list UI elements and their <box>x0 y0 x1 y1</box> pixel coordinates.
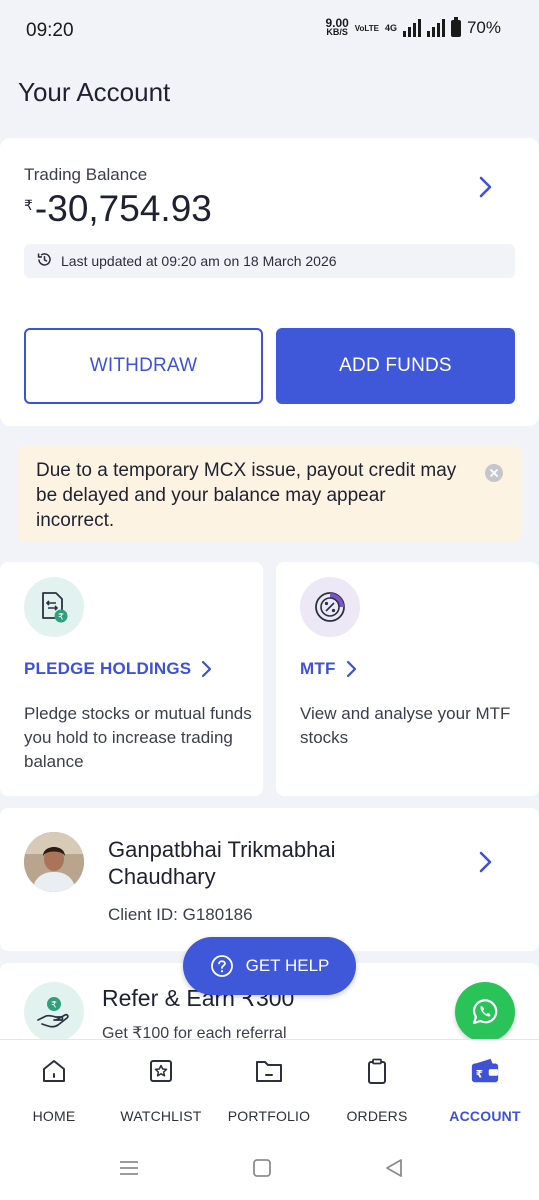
svg-text:₹: ₹ <box>58 613 64 623</box>
nav-home-label: HOME <box>32 1108 76 1124</box>
network-type: 4G <box>384 23 397 33</box>
system-navigation-bar <box>0 1139 539 1200</box>
volte-indicator: VoLTE <box>354 23 379 33</box>
get-help-button[interactable]: GET HELP <box>183 937 356 995</box>
portfolio-icon <box>254 1056 284 1086</box>
status-indicators: 9.00 KB/S VoLTE 4G 70% <box>325 16 501 38</box>
pledge-icon: ₹ <box>24 577 84 637</box>
withdraw-button[interactable]: WITHDRAW <box>24 328 263 404</box>
pledge-holdings-card[interactable]: ₹ PLEDGE HOLDINGS Pledge stocks or mutua… <box>0 562 263 796</box>
watchlist-icon <box>146 1056 176 1086</box>
close-icon[interactable] <box>485 464 503 482</box>
bottom-navigation: HOME WATCHLIST PORTFOLIO ORDERS ₹ ACCOUN… <box>0 1039 539 1139</box>
whatsapp-button[interactable] <box>455 982 515 1042</box>
chevron-right-icon[interactable] <box>473 850 497 874</box>
nav-account[interactable]: ₹ ACCOUNT <box>431 1040 539 1140</box>
mtf-card[interactable]: MTF View and analyse your MTF stocks <box>276 562 539 796</box>
client-id: Client ID: G180186 <box>108 905 253 924</box>
nav-watchlist-label: WATCHLIST <box>120 1108 202 1124</box>
balance-amount: -30,754.93 <box>34 188 212 229</box>
signal-icon <box>402 19 421 37</box>
help-icon <box>210 955 233 977</box>
net-speed: 9.00 KB/S <box>325 16 349 37</box>
pledge-description: Pledge stocks or mutual funds you hold t… <box>24 704 252 771</box>
add-funds-button[interactable]: ADD FUNDS <box>276 328 515 404</box>
last-updated-text: Last updated at 09:20 am on 18 March 202… <box>61 253 337 269</box>
battery-level: 70% <box>466 18 501 37</box>
page-title: Your Account <box>18 77 171 107</box>
get-help-label: GET HELP <box>245 956 330 975</box>
home-icon <box>39 1056 69 1086</box>
mtf-link[interactable]: MTF <box>300 659 358 679</box>
svg-text:₹: ₹ <box>476 1069 483 1081</box>
currency-symbol: ₹ <box>24 197 33 213</box>
mcx-notice-banner: Due to a temporary MCX issue, payout cre… <box>18 446 521 542</box>
status-bar: 09:20 9.00 KB/S VoLTE 4G 70% <box>0 0 539 62</box>
back-icon[interactable] <box>384 1157 404 1184</box>
nav-portfolio[interactable]: PORTFOLIO <box>215 1040 323 1140</box>
profile-card[interactable]: Ganpatbhai Trikmabhai Chaudhary Client I… <box>0 808 539 951</box>
nav-orders[interactable]: ORDERS <box>323 1040 431 1140</box>
avatar <box>24 832 84 892</box>
history-icon <box>36 251 53 271</box>
chevron-right-icon[interactable] <box>473 175 497 199</box>
balance-value: ₹ -30,754.93 <box>24 188 212 230</box>
signal-2-icon <box>426 19 445 37</box>
pledge-holdings-link[interactable]: PLEDGE HOLDINGS <box>24 659 213 679</box>
nav-account-label: ACCOUNT <box>449 1108 521 1124</box>
mtf-description: View and analyse your MTF stocks <box>300 704 511 747</box>
whatsapp-icon <box>472 999 498 1025</box>
recent-apps-icon[interactable] <box>118 1157 140 1184</box>
profile-name: Ganpatbhai Trikmabhai Chaudhary <box>108 837 336 889</box>
nav-portfolio-label: PORTFOLIO <box>227 1108 311 1124</box>
nav-watchlist[interactable]: WATCHLIST <box>107 1040 215 1140</box>
balance-label: Trading Balance <box>24 165 148 184</box>
last-updated-bar: Last updated at 09:20 am on 18 March 202… <box>24 244 515 278</box>
nav-home[interactable]: HOME <box>0 1040 108 1140</box>
mtf-percent-icon <box>300 577 360 637</box>
svg-text:₹: ₹ <box>51 1001 57 1011</box>
nav-orders-label: ORDERS <box>346 1108 408 1124</box>
home-system-icon[interactable] <box>252 1157 272 1184</box>
orders-icon <box>362 1056 392 1086</box>
status-time: 09:20 <box>26 20 74 41</box>
notice-text: Due to a temporary MCX issue, payout cre… <box>36 460 457 531</box>
refer-hand-rupee-icon: ₹ <box>24 982 84 1042</box>
battery-icon <box>450 16 461 37</box>
account-wallet-icon: ₹ <box>470 1056 500 1086</box>
balance-card: Trading Balance ₹ -30,754.93 Last update… <box>0 138 539 426</box>
